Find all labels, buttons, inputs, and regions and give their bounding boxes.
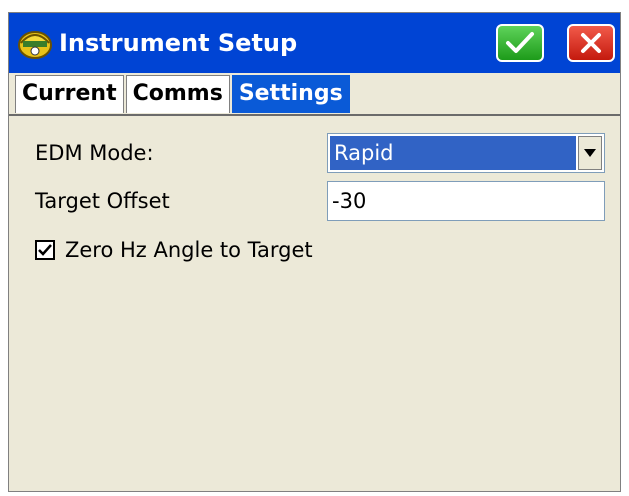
zero-hz-checkbox[interactable] bbox=[35, 240, 55, 260]
cancel-button[interactable] bbox=[567, 24, 615, 62]
edm-mode-dropdown[interactable]: Rapid bbox=[327, 133, 605, 173]
tab-divider bbox=[9, 114, 620, 116]
target-offset-label: Target Offset bbox=[35, 189, 170, 213]
dropdown-arrow-button[interactable] bbox=[578, 136, 602, 170]
tabs: Current Comms Settings bbox=[15, 75, 350, 113]
edm-mode-label: EDM Mode: bbox=[35, 141, 154, 165]
target-offset-input[interactable] bbox=[327, 181, 605, 221]
tab-strip: Current Comms Settings bbox=[9, 73, 620, 115]
edm-mode-value: Rapid bbox=[330, 136, 576, 170]
ok-button[interactable] bbox=[496, 24, 544, 62]
checkmark-icon bbox=[506, 32, 534, 53]
close-icon bbox=[581, 33, 601, 53]
surveyor-helmet-icon bbox=[18, 31, 52, 59]
title-bar: Instrument Setup bbox=[9, 13, 620, 73]
zero-hz-label: Zero Hz Angle to Target bbox=[65, 238, 313, 262]
chevron-down-icon bbox=[584, 149, 596, 157]
tab-comms[interactable]: Comms bbox=[125, 75, 230, 113]
window-title: Instrument Setup bbox=[59, 29, 298, 57]
zero-hz-checkbox-row[interactable]: Zero Hz Angle to Target bbox=[35, 234, 313, 266]
tab-settings[interactable]: Settings bbox=[231, 75, 350, 113]
check-icon bbox=[38, 244, 52, 256]
instrument-setup-window: Instrument Setup Current Comms Settings … bbox=[8, 12, 621, 492]
tab-current[interactable]: Current bbox=[15, 75, 124, 113]
